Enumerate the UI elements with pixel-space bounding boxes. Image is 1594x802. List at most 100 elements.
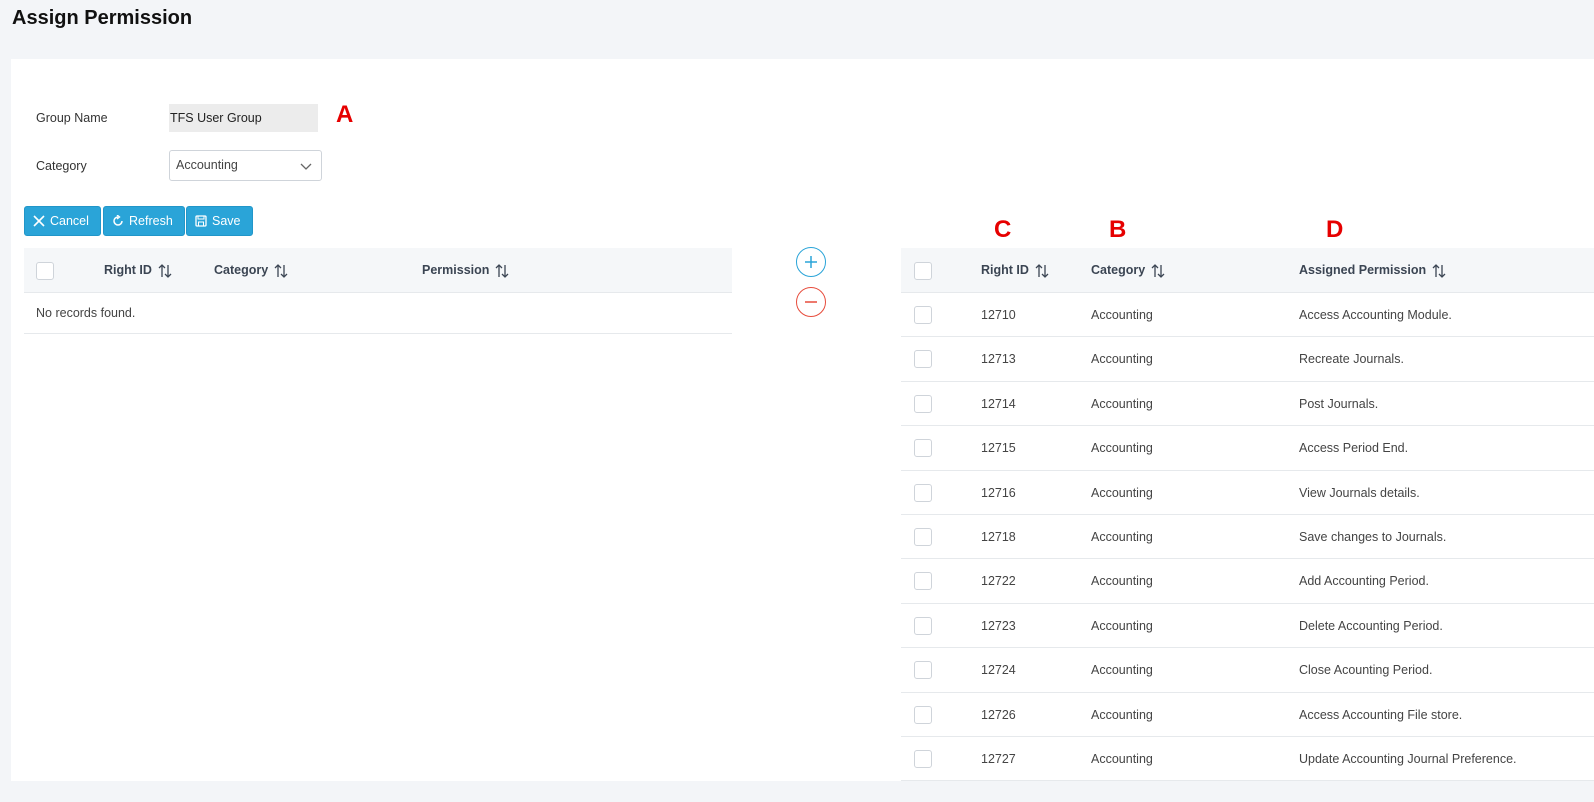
row-permission: Save changes to Journals.: [1299, 529, 1447, 544]
minus-circle-icon: [805, 301, 817, 303]
page-title: Assign Permission: [12, 7, 193, 29]
annotation-d: D: [1326, 216, 1344, 243]
annotation-c: C: [994, 216, 1012, 243]
table-row[interactable]: 12715 Accounting Access Period End.: [901, 426, 1594, 471]
available-col-right-id[interactable]: Right ID: [104, 248, 172, 293]
row-right-id: 12724: [981, 663, 1016, 678]
table-row[interactable]: 12723 Accounting Delete Accounting Perio…: [901, 604, 1594, 649]
row-category: Accounting: [1091, 529, 1153, 544]
assign-permission-panel: Group Name TFS User Group A Category Acc…: [11, 59, 1594, 782]
assigned-col-right-id-label: Right ID: [981, 263, 1029, 277]
category-select-value: Accounting: [176, 158, 238, 172]
table-row[interactable]: 12722 Accounting Add Accounting Period.: [901, 559, 1594, 604]
row-checkbox[interactable]: [914, 306, 932, 324]
sort-icon: [1432, 263, 1446, 278]
table-row[interactable]: 12718 Accounting Save changes to Journal…: [901, 515, 1594, 560]
table-row[interactable]: 12727 Accounting Update Accounting Journ…: [901, 737, 1594, 782]
close-icon: [33, 215, 45, 227]
row-right-id: 12726: [981, 707, 1016, 722]
sort-icon: [158, 263, 172, 278]
cancel-button[interactable]: Cancel: [24, 206, 101, 236]
category-label: Category: [36, 159, 87, 173]
assigned-col-category-label: Category: [1091, 263, 1146, 277]
row-permission: Access Accounting File store.: [1299, 707, 1463, 722]
row-right-id: 12723: [981, 618, 1016, 633]
row-right-id: 12722: [981, 574, 1016, 589]
available-col-permission[interactable]: Permission: [422, 248, 509, 293]
row-category: Accounting: [1091, 485, 1153, 500]
empty-message: No records found.: [24, 293, 732, 334]
available-table-header: Right ID Category Permission: [24, 248, 732, 293]
row-category: Accounting: [1091, 618, 1153, 633]
row-category: Accounting: [1091, 751, 1153, 766]
row-right-id: 12716: [981, 485, 1016, 500]
row-checkbox[interactable]: [914, 705, 932, 724]
annotation-b: B: [1109, 216, 1127, 243]
select-all-assigned-checkbox[interactable]: [914, 262, 932, 280]
row-permission: Close Acounting Period.: [1299, 663, 1433, 678]
save-button-label: Save: [212, 214, 241, 228]
row-checkbox[interactable]: [914, 394, 932, 413]
sort-icon: [1035, 263, 1049, 278]
remove-permission-button[interactable]: [796, 287, 826, 317]
table-row[interactable]: 12724 Accounting Close Acounting Period.: [901, 648, 1594, 693]
assigned-permissions-table: Right ID Category Assigned Permission 12…: [901, 248, 1594, 782]
assigned-table-header: Right ID Category Assigned Permission: [901, 248, 1594, 293]
chevron-down-icon: [300, 163, 312, 170]
refresh-button-label: Refresh: [129, 214, 173, 228]
row-category: Accounting: [1091, 574, 1153, 589]
table-row[interactable]: 12726 Accounting Access Accounting File …: [901, 693, 1594, 737]
available-col-category[interactable]: Category: [214, 248, 288, 293]
sort-icon: [1151, 263, 1165, 278]
available-col-category-label: Category: [214, 263, 269, 277]
sort-icon: [274, 263, 288, 278]
row-checkbox[interactable]: [914, 439, 932, 458]
row-category: Accounting: [1091, 441, 1153, 456]
row-permission: Post Journals.: [1299, 396, 1379, 411]
available-col-right-id-label: Right ID: [104, 263, 152, 277]
row-permission: Add Accounting Period.: [1299, 574, 1429, 589]
refresh-button[interactable]: Refresh: [103, 206, 185, 236]
select-all-available-checkbox[interactable]: [36, 262, 54, 280]
assigned-col-right-id[interactable]: Right ID: [981, 248, 1049, 293]
category-select[interactable]: Accounting: [169, 150, 322, 181]
row-checkbox[interactable]: [914, 572, 932, 591]
assigned-col-permission-label: Assigned Permission: [1299, 263, 1427, 277]
sort-icon: [495, 263, 509, 278]
save-icon: [195, 215, 207, 227]
row-checkbox[interactable]: [914, 616, 932, 635]
row-category: Accounting: [1091, 308, 1153, 322]
assigned-col-category[interactable]: Category: [1091, 248, 1165, 293]
group-name-field: TFS User Group: [169, 104, 318, 132]
row-checkbox[interactable]: [914, 350, 932, 369]
row-permission: Recreate Journals.: [1299, 352, 1404, 367]
cancel-button-label: Cancel: [50, 214, 89, 228]
row-checkbox[interactable]: [914, 483, 932, 502]
row-checkbox[interactable]: [914, 749, 932, 768]
row-permission: Delete Accounting Period.: [1299, 618, 1443, 633]
row-right-id: 12710: [981, 308, 1016, 322]
available-col-permission-label: Permission: [422, 263, 490, 277]
row-right-id: 12727: [981, 751, 1016, 766]
row-right-id: 12713: [981, 352, 1016, 367]
table-row[interactable]: 12710 Accounting Access Accounting Modul…: [901, 293, 1594, 338]
table-row[interactable]: 12713 Accounting Recreate Journals.: [901, 337, 1594, 382]
plus-circle-icon: [805, 256, 817, 268]
assigned-col-permission[interactable]: Assigned Permission: [1299, 248, 1446, 293]
group-name-label: Group Name: [36, 111, 108, 125]
row-category: Accounting: [1091, 663, 1153, 678]
row-category: Accounting: [1091, 707, 1153, 722]
row-category: Accounting: [1091, 352, 1153, 367]
row-permission: View Journals details.: [1299, 485, 1420, 500]
row-right-id: 12718: [981, 529, 1016, 544]
refresh-icon: [113, 215, 123, 226]
row-checkbox[interactable]: [914, 661, 932, 680]
row-checkbox[interactable]: [914, 527, 932, 546]
table-row[interactable]: 12714 Accounting Post Journals.: [901, 382, 1594, 427]
available-permissions-table: Right ID Category Permission No records …: [24, 248, 732, 334]
save-button[interactable]: Save: [186, 206, 253, 236]
row-category: Accounting: [1091, 396, 1153, 411]
add-permission-button[interactable]: [796, 247, 826, 277]
row-permission: Update Accounting Journal Preference.: [1299, 751, 1517, 766]
table-row[interactable]: 12716 Accounting View Journals details.: [901, 471, 1594, 515]
